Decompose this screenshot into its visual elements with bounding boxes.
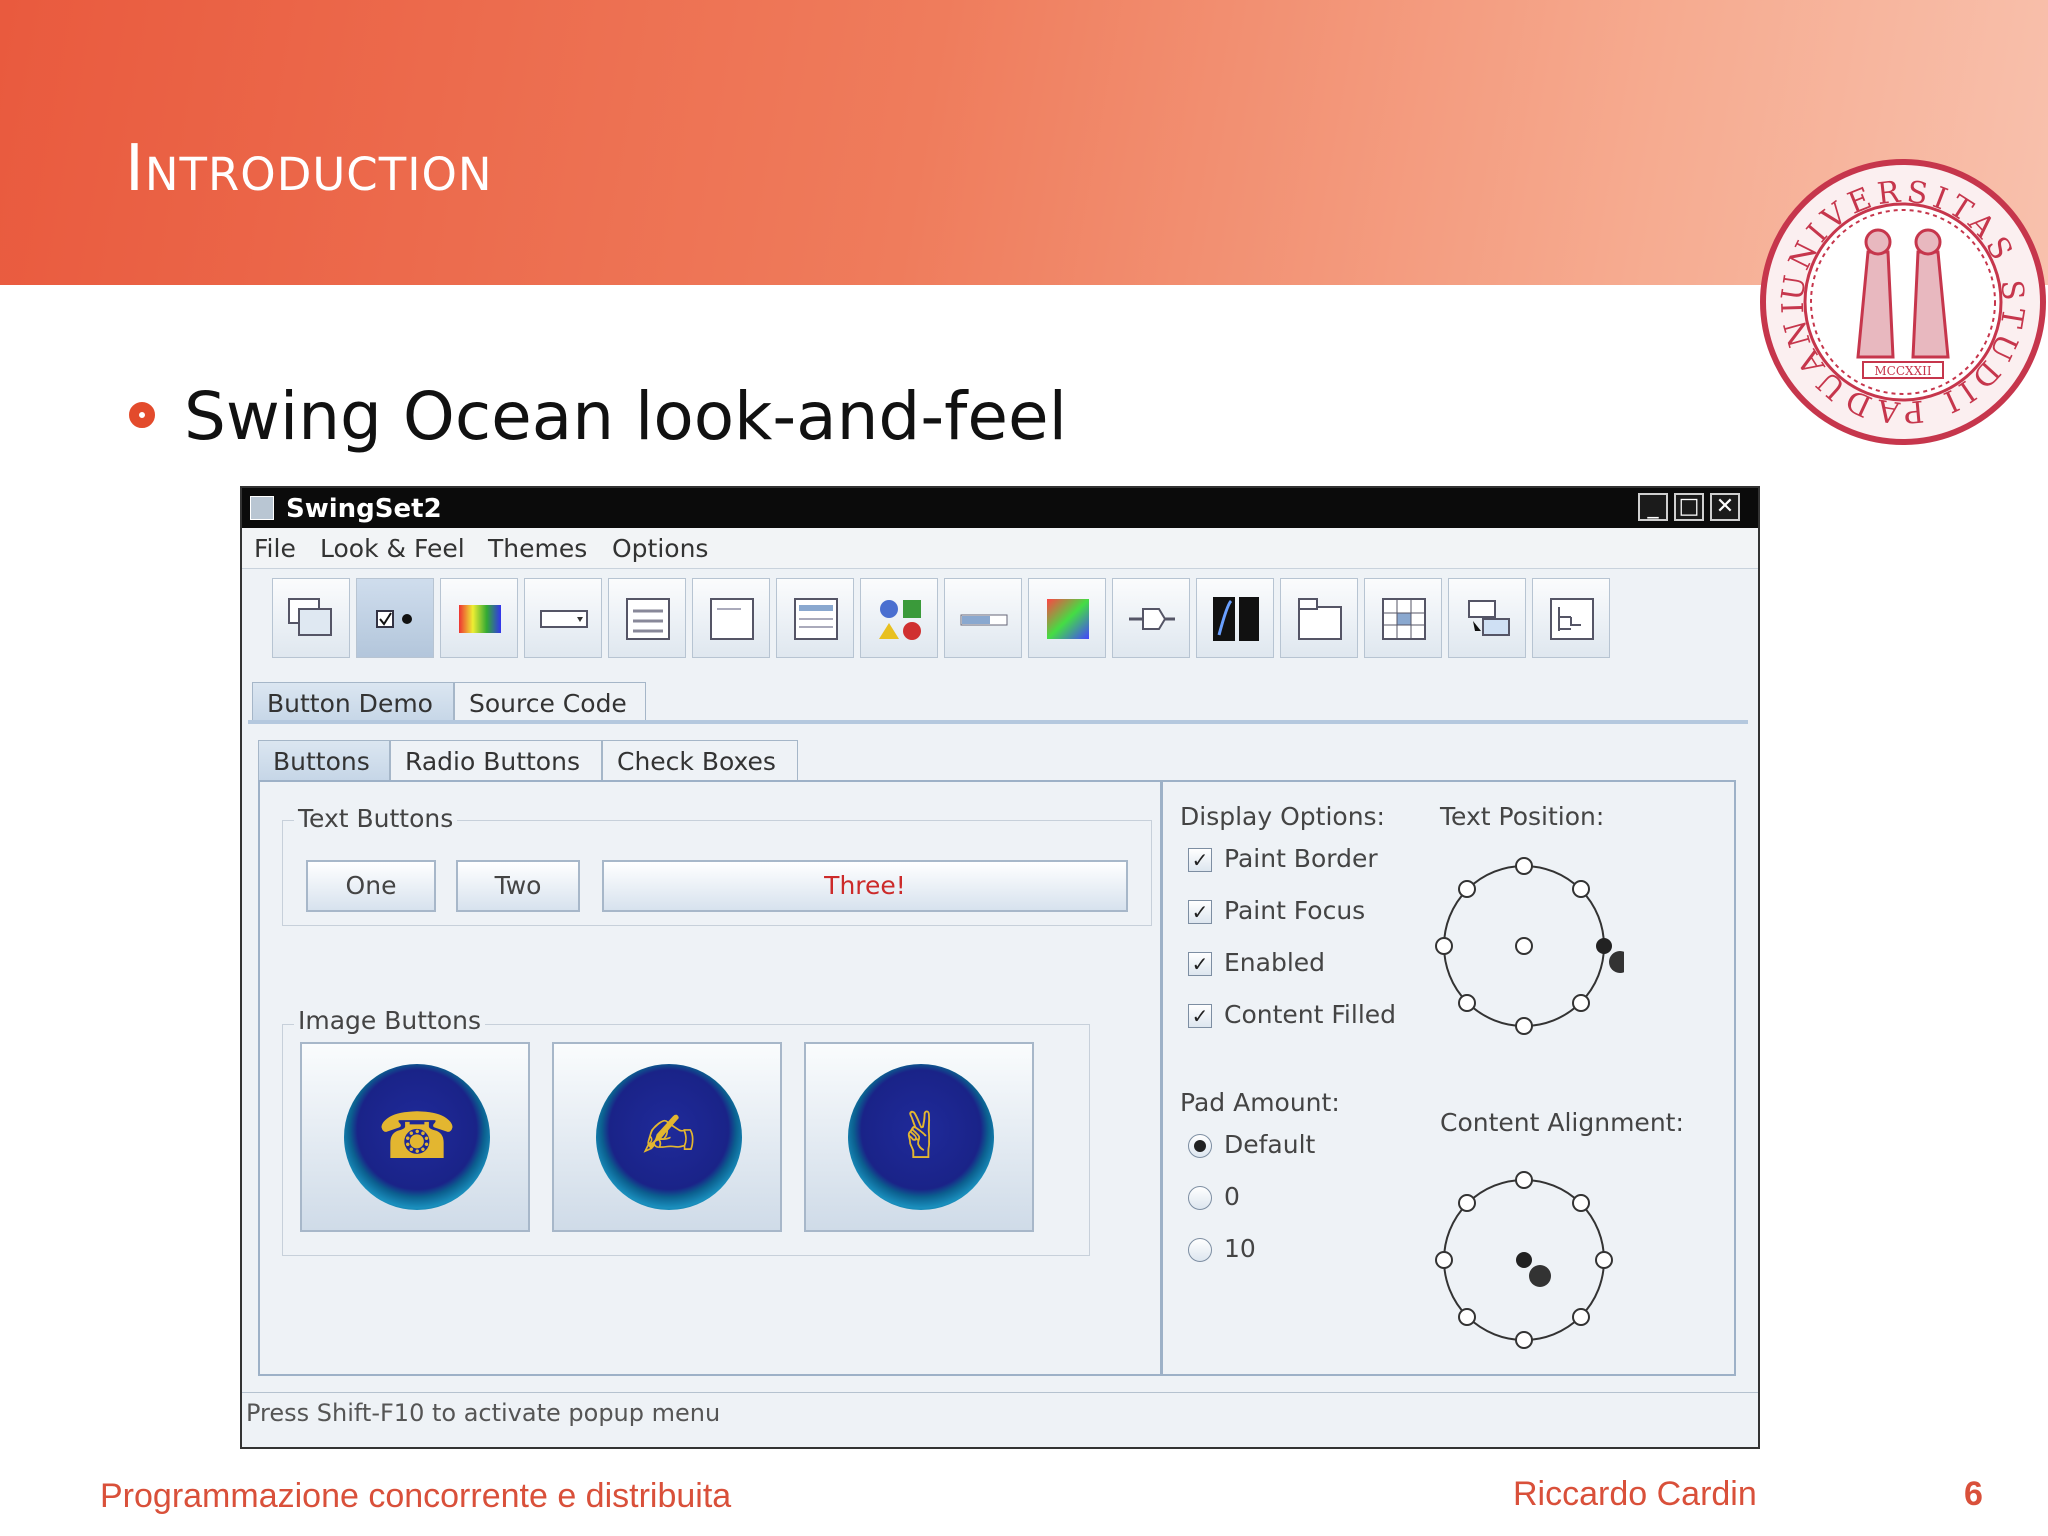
color-chooser-icon[interactable] bbox=[440, 578, 518, 658]
tab-button-demo[interactable]: Button Demo bbox=[252, 682, 454, 722]
tab-source-code[interactable]: Source Code bbox=[454, 682, 646, 722]
three-button[interactable]: Three! bbox=[602, 860, 1128, 912]
text-position-label: Text Position: bbox=[1440, 802, 1605, 831]
combobox-icon[interactable] bbox=[524, 578, 602, 658]
progress-bar-icon[interactable] bbox=[944, 578, 1022, 658]
content-alignment-dial[interactable] bbox=[1424, 1160, 1624, 1360]
tab-radio-buttons[interactable]: Radio Buttons bbox=[390, 740, 602, 780]
two-button[interactable]: Two bbox=[456, 860, 580, 912]
footer-course: Programmazione concorrente e distribuita bbox=[100, 1477, 732, 1515]
internal-frame-icon[interactable] bbox=[272, 578, 350, 658]
close-icon[interactable]: ✕ bbox=[1710, 493, 1740, 521]
tree-icon[interactable] bbox=[1532, 578, 1610, 658]
scroll-pane-icon[interactable] bbox=[1028, 578, 1106, 658]
display-options-label: Display Options: bbox=[1180, 802, 1385, 831]
buttons-panel: Text Buttons One Two Three! Image Button… bbox=[258, 780, 1736, 1376]
pad-default-label[interactable]: Default bbox=[1224, 1130, 1315, 1159]
slide-title: Introduction bbox=[125, 132, 493, 206]
minimize-icon[interactable]: _ bbox=[1638, 493, 1668, 521]
table-icon[interactable] bbox=[1364, 578, 1442, 658]
list-icon[interactable] bbox=[776, 578, 854, 658]
peace-hand-icon: ✌ bbox=[894, 1100, 948, 1174]
menu-file[interactable]: File bbox=[254, 534, 296, 563]
telephone-icon: ☎ bbox=[377, 1100, 457, 1174]
pen-image-button[interactable]: ✍ bbox=[552, 1042, 782, 1232]
tab-check-boxes[interactable]: Check Boxes bbox=[602, 740, 798, 780]
tooltip-icon[interactable] bbox=[1448, 578, 1526, 658]
swingset-window: SwingSet2 _ □ ✕ File Look & Feel Themes … bbox=[240, 486, 1760, 1449]
maximize-icon[interactable]: □ bbox=[1674, 493, 1704, 521]
content-filled-checkbox[interactable]: ✓ bbox=[1188, 1004, 1212, 1028]
paint-focus-checkbox[interactable]: ✓ bbox=[1188, 900, 1212, 924]
pad-amount-label: Pad Amount: bbox=[1180, 1088, 1340, 1117]
pad-ten-radio[interactable] bbox=[1188, 1238, 1212, 1262]
menu-options[interactable]: Options bbox=[612, 534, 708, 563]
status-text: Press Shift-F10 to activate popup menu bbox=[246, 1399, 721, 1427]
menu-look-and-feel[interactable]: Look & Feel bbox=[320, 534, 465, 563]
enabled-label[interactable]: Enabled bbox=[1224, 948, 1325, 977]
window-titlebar[interactable]: SwingSet2 _ □ ✕ bbox=[242, 488, 1758, 528]
tabbed-pane-icon[interactable] bbox=[1280, 578, 1358, 658]
page-number: 6 bbox=[1964, 1475, 1983, 1513]
outer-tab-divider bbox=[248, 720, 1748, 724]
paint-focus-label[interactable]: Paint Focus bbox=[1224, 896, 1365, 925]
pad-ten-label[interactable]: 10 bbox=[1224, 1234, 1256, 1263]
app-icon bbox=[250, 496, 274, 520]
enabled-checkbox[interactable]: ✓ bbox=[1188, 952, 1212, 976]
seal-year: MCCXXII bbox=[1874, 364, 1931, 378]
demo-toolbar bbox=[272, 578, 1610, 668]
bullet-text: Swing Ocean look-and-feel bbox=[184, 378, 1067, 455]
one-button[interactable]: One bbox=[306, 860, 436, 912]
text-position-dial[interactable] bbox=[1424, 846, 1624, 1046]
pen-hand-icon: ✍ bbox=[642, 1100, 696, 1174]
footer-author: Riccardo Cardin bbox=[1513, 1475, 1757, 1513]
text-buttons-label: Text Buttons bbox=[294, 804, 458, 833]
paint-border-label[interactable]: Paint Border bbox=[1224, 844, 1378, 873]
options-divider bbox=[1160, 782, 1163, 1376]
tab-buttons[interactable]: Buttons bbox=[258, 740, 390, 780]
pad-default-radio[interactable] bbox=[1188, 1134, 1212, 1158]
split-pane-icon[interactable] bbox=[1196, 578, 1274, 658]
file-chooser-icon[interactable] bbox=[608, 578, 686, 658]
paint-border-checkbox[interactable]: ✓ bbox=[1188, 848, 1212, 872]
window-title: SwingSet2 bbox=[286, 494, 442, 524]
status-bar: Press Shift-F10 to activate popup menu bbox=[242, 1392, 1758, 1433]
university-seal-icon: UNIVERSITAS STUDII PADUANI MCCXXII bbox=[1760, 159, 2046, 445]
peace-image-button[interactable]: ✌ bbox=[804, 1042, 1034, 1232]
slider-icon[interactable] bbox=[1112, 578, 1190, 658]
pad-zero-radio[interactable] bbox=[1188, 1186, 1212, 1210]
button-demo-icon[interactable] bbox=[356, 578, 434, 658]
pad-zero-label[interactable]: 0 bbox=[1224, 1182, 1240, 1211]
content-alignment-label: Content Alignment: bbox=[1440, 1108, 1684, 1137]
menu-themes[interactable]: Themes bbox=[488, 534, 587, 563]
editor-pane-icon[interactable] bbox=[692, 578, 770, 658]
content-filled-label[interactable]: Content Filled bbox=[1224, 1000, 1396, 1029]
bullet-icon bbox=[129, 402, 155, 428]
telephone-image-button[interactable]: ☎ bbox=[300, 1042, 530, 1232]
menu-bar: File Look & Feel Themes Options bbox=[242, 528, 1758, 569]
image-buttons-label: Image Buttons bbox=[294, 1006, 486, 1035]
option-pane-icon[interactable] bbox=[860, 578, 938, 658]
